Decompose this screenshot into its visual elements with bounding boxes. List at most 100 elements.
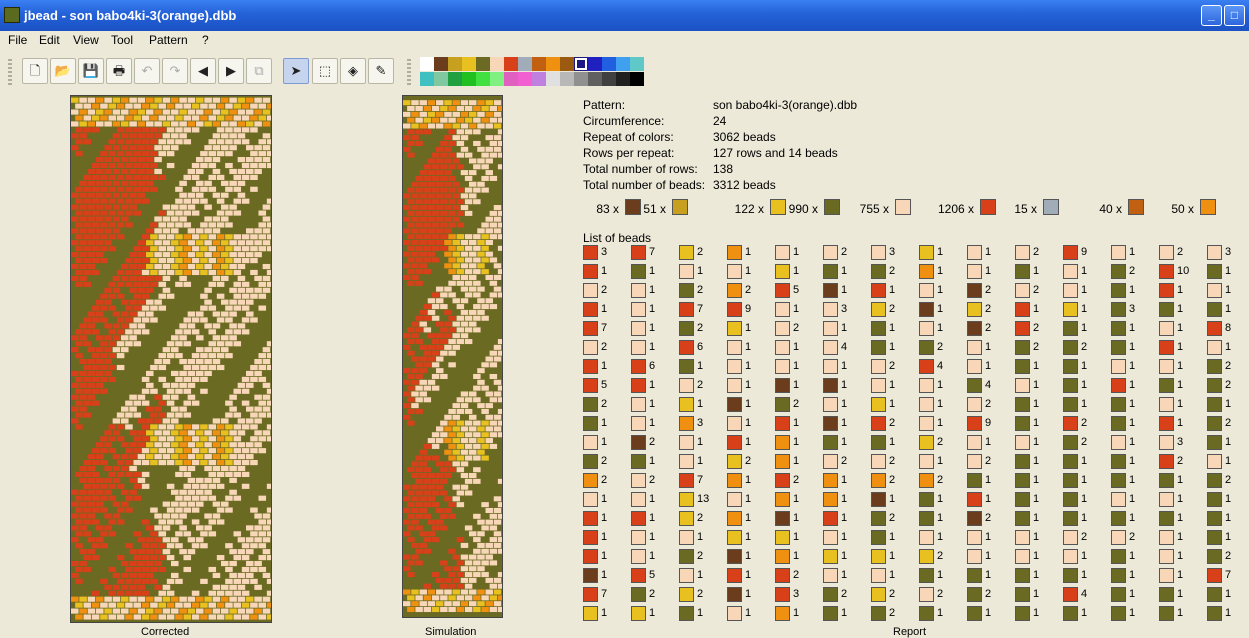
bead[interactable] — [493, 438, 502, 444]
bead[interactable] — [91, 127, 100, 133]
bead[interactable] — [477, 473, 485, 479]
bead[interactable] — [150, 543, 158, 549]
bead[interactable] — [415, 152, 423, 158]
menu-file[interactable]: File — [8, 33, 27, 47]
bead[interactable] — [212, 560, 221, 567]
bead[interactable] — [468, 461, 477, 467]
bead[interactable] — [473, 129, 481, 135]
bead[interactable] — [489, 478, 498, 484]
bead[interactable] — [419, 344, 427, 350]
bead[interactable] — [250, 412, 258, 418]
bead[interactable] — [456, 606, 465, 613]
bead[interactable] — [212, 442, 221, 448]
bead[interactable] — [108, 531, 117, 537]
bead[interactable] — [121, 97, 129, 103]
bead[interactable] — [187, 442, 196, 448]
bead[interactable] — [71, 537, 79, 543]
bead[interactable] — [262, 121, 271, 127]
bead[interactable] — [258, 329, 267, 335]
bead[interactable] — [71, 454, 79, 460]
bead[interactable] — [444, 123, 452, 129]
bead[interactable] — [141, 210, 150, 216]
bead[interactable] — [254, 501, 262, 507]
bead[interactable] — [112, 287, 121, 293]
bead[interactable] — [200, 483, 208, 489]
bead[interactable] — [100, 246, 108, 252]
bead[interactable] — [489, 222, 498, 228]
bead[interactable] — [75, 103, 83, 109]
bead[interactable] — [246, 489, 254, 495]
bead[interactable] — [485, 577, 493, 583]
fill-bucket-button[interactable]: ◈ — [340, 58, 366, 84]
bead[interactable] — [452, 473, 460, 479]
bead[interactable] — [254, 454, 262, 460]
bead[interactable] — [485, 146, 493, 152]
bead[interactable] — [225, 329, 233, 335]
bead[interactable] — [91, 341, 100, 347]
bead[interactable] — [448, 152, 456, 158]
bead[interactable] — [162, 299, 171, 305]
bead[interactable] — [191, 531, 200, 537]
bead[interactable] — [452, 379, 460, 385]
bead[interactable] — [444, 170, 452, 176]
bead[interactable] — [112, 489, 121, 495]
bead[interactable] — [419, 507, 427, 513]
bead[interactable] — [493, 309, 502, 315]
bead[interactable] — [485, 496, 493, 502]
bead[interactable] — [125, 246, 133, 252]
bead[interactable] — [229, 299, 237, 305]
bead[interactable] — [187, 477, 196, 483]
bead[interactable] — [448, 420, 456, 426]
bead[interactable] — [133, 519, 142, 525]
bead[interactable] — [241, 400, 250, 406]
bead[interactable] — [452, 484, 460, 490]
bead[interactable] — [112, 465, 121, 472]
bead[interactable] — [411, 333, 419, 339]
bead[interactable] — [403, 111, 411, 117]
bead[interactable] — [485, 438, 493, 444]
bead[interactable] — [141, 305, 150, 311]
bead[interactable] — [423, 269, 432, 275]
bead[interactable] — [133, 364, 142, 371]
bead[interactable] — [154, 121, 162, 127]
bead[interactable] — [129, 121, 137, 127]
bead[interactable] — [208, 448, 217, 454]
bead[interactable] — [250, 364, 258, 371]
bead[interactable] — [71, 382, 79, 388]
bead[interactable] — [225, 364, 233, 371]
bead[interactable] — [116, 127, 125, 133]
bead[interactable] — [415, 257, 423, 263]
bead[interactable] — [481, 269, 489, 275]
bead[interactable] — [75, 234, 83, 240]
bead[interactable] — [481, 525, 489, 531]
bead[interactable] — [493, 193, 502, 199]
bead[interactable] — [489, 304, 498, 310]
bead[interactable] — [175, 531, 183, 537]
bead[interactable] — [464, 106, 473, 112]
bead[interactable] — [481, 339, 489, 345]
bead[interactable] — [258, 590, 267, 596]
bead[interactable] — [250, 531, 258, 537]
bead[interactable] — [108, 269, 117, 276]
bead[interactable] — [493, 181, 502, 187]
bead[interactable] — [473, 362, 481, 368]
bead[interactable] — [440, 420, 448, 426]
bead[interactable] — [407, 432, 415, 438]
bead[interactable] — [225, 186, 233, 192]
bead[interactable] — [87, 394, 96, 400]
bead[interactable] — [241, 602, 250, 608]
bead[interactable] — [444, 589, 452, 595]
bead[interactable] — [473, 210, 481, 216]
bead[interactable] — [456, 455, 465, 461]
bead[interactable] — [71, 157, 79, 163]
bead[interactable] — [246, 477, 254, 483]
bead[interactable] — [411, 438, 419, 444]
bead[interactable] — [71, 560, 79, 567]
bead[interactable] — [91, 317, 100, 323]
bead[interactable] — [258, 543, 267, 549]
bead[interactable] — [133, 614, 142, 620]
bead[interactable] — [254, 216, 262, 222]
bead[interactable] — [485, 519, 493, 525]
bead[interactable] — [121, 133, 129, 139]
bead[interactable] — [423, 537, 432, 543]
